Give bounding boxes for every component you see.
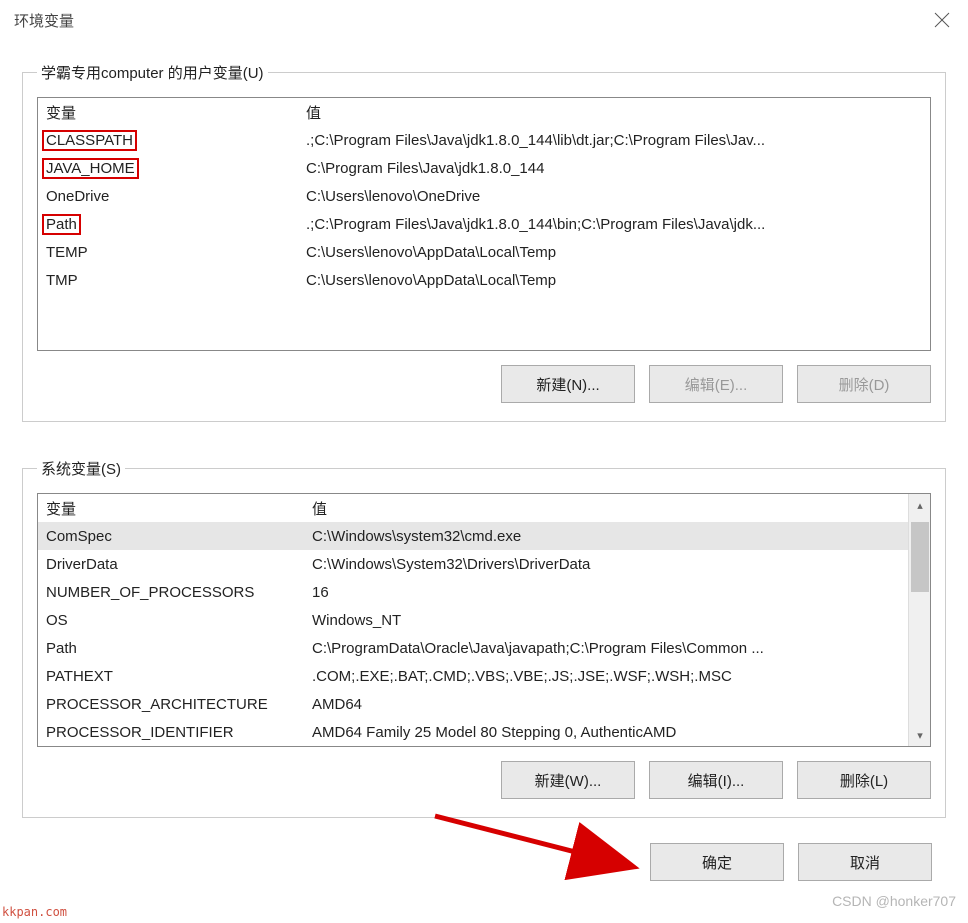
- title-bar: 环境变量: [0, 0, 968, 40]
- watermark-left: kkpan.com: [2, 905, 67, 919]
- close-button[interactable]: [930, 8, 954, 32]
- system-list-header: 变量 值: [38, 494, 908, 522]
- variable-name: TMP: [38, 272, 304, 289]
- user-variables-list[interactable]: 变量 值 CLASSPATH .;C:\Program Files\Java\j…: [37, 97, 931, 351]
- user-variables-group: 学霸专用computer 的用户变量(U) 变量 值 CLASSPATH .;C…: [22, 62, 946, 422]
- variable-name: PROCESSOR_ARCHITECTURE: [38, 696, 310, 713]
- system-variables-list[interactable]: 变量 值 ComSpec C:\Windows\system32\cmd.exe…: [37, 493, 931, 747]
- system-delete-button[interactable]: 删除(L): [797, 761, 931, 799]
- table-row[interactable]: Path C:\ProgramData\Oracle\Java\javapath…: [38, 634, 908, 662]
- user-variables-legend: 学霸专用computer 的用户变量(U): [37, 62, 268, 83]
- table-row[interactable]: PATHEXT .COM;.EXE;.BAT;.CMD;.VBS;.VBE;.J…: [38, 662, 908, 690]
- close-icon: [934, 12, 950, 28]
- variable-value: C:\Program Files\Java\jdk1.8.0_144: [304, 160, 930, 177]
- table-row[interactable]: PROCESSOR_ARCHITECTURE AMD64: [38, 690, 908, 718]
- variable-value: .;C:\Program Files\Java\jdk1.8.0_144\bin…: [304, 216, 930, 233]
- user-list-header: 变量 值: [38, 98, 930, 126]
- system-new-button[interactable]: 新建(W)...: [501, 761, 635, 799]
- dialog-title: 环境变量: [14, 10, 74, 31]
- variable-name: TEMP: [38, 244, 304, 261]
- variable-name: OneDrive: [38, 188, 304, 205]
- user-buttons: 新建(N)... 编辑(E)... 删除(D): [37, 365, 931, 403]
- variable-value: C:\Windows\System32\Drivers\DriverData: [310, 556, 908, 573]
- scroll-thumb[interactable]: [911, 522, 929, 592]
- variable-value: AMD64 Family 25 Model 80 Stepping 0, Aut…: [310, 724, 908, 741]
- system-buttons: 新建(W)... 编辑(I)... 删除(L): [37, 761, 931, 799]
- variable-value: .;C:\Program Files\Java\jdk1.8.0_144\lib…: [304, 132, 930, 149]
- variable-name: DriverData: [38, 556, 310, 573]
- variable-value: AMD64: [310, 696, 908, 713]
- variable-value: C:\Windows\system32\cmd.exe: [310, 528, 908, 545]
- variable-value: Windows_NT: [310, 612, 908, 629]
- watermark-right: CSDN @honker707: [832, 893, 956, 909]
- table-row[interactable]: TEMP C:\Users\lenovo\AppData\Local\Temp: [38, 238, 930, 266]
- ok-button[interactable]: 确定: [650, 843, 784, 881]
- system-edit-button[interactable]: 编辑(I)...: [649, 761, 783, 799]
- table-row[interactable]: OneDrive C:\Users\lenovo\OneDrive: [38, 182, 930, 210]
- dialog-bottom-buttons: 确定 取消: [650, 843, 932, 881]
- variable-name: ComSpec: [38, 528, 310, 545]
- variable-name: CLASSPATH: [38, 130, 304, 151]
- variable-value: .COM;.EXE;.BAT;.CMD;.VBS;.VBE;.JS;.JSE;.…: [310, 668, 908, 685]
- variable-name: Path: [38, 640, 310, 657]
- table-row[interactable]: CLASSPATH .;C:\Program Files\Java\jdk1.8…: [38, 126, 930, 154]
- table-row[interactable]: ComSpec C:\Windows\system32\cmd.exe: [38, 522, 908, 550]
- system-header-value: 值: [310, 498, 908, 519]
- user-new-button[interactable]: 新建(N)...: [501, 365, 635, 403]
- table-row[interactable]: TMP C:\Users\lenovo\AppData\Local\Temp: [38, 266, 930, 294]
- variable-value: 16: [310, 584, 908, 601]
- variable-name: OS: [38, 612, 310, 629]
- system-variables-group: 系统变量(S) 变量 值 ComSpec C:\Windows\system32…: [22, 458, 946, 818]
- variable-value: C:\Users\lenovo\AppData\Local\Temp: [304, 244, 930, 261]
- user-edit-button[interactable]: 编辑(E)...: [649, 365, 783, 403]
- variable-name: PATHEXT: [38, 668, 310, 685]
- scroll-down-arrow-icon[interactable]: ▾: [909, 724, 931, 746]
- table-row[interactable]: JAVA_HOME C:\Program Files\Java\jdk1.8.0…: [38, 154, 930, 182]
- variable-name: JAVA_HOME: [38, 158, 304, 179]
- system-variables-legend: 系统变量(S): [37, 458, 125, 479]
- cancel-button[interactable]: 取消: [798, 843, 932, 881]
- variable-name: PROCESSOR_IDENTIFIER: [38, 724, 310, 741]
- table-row[interactable]: PROCESSOR_IDENTIFIER AMD64 Family 25 Mod…: [38, 718, 908, 746]
- annotation-arrow-icon: [430, 808, 660, 888]
- user-delete-button[interactable]: 删除(D): [797, 365, 931, 403]
- user-header-variable: 变量: [38, 102, 304, 123]
- table-row[interactable]: NUMBER_OF_PROCESSORS 16: [38, 578, 908, 606]
- table-row[interactable]: OS Windows_NT: [38, 606, 908, 634]
- user-header-value: 值: [304, 102, 930, 123]
- variable-name: NUMBER_OF_PROCESSORS: [38, 584, 310, 601]
- system-header-variable: 变量: [38, 498, 310, 519]
- scroll-up-arrow-icon[interactable]: ▴: [909, 494, 931, 516]
- table-row[interactable]: DriverData C:\Windows\System32\Drivers\D…: [38, 550, 908, 578]
- table-row[interactable]: Path .;C:\Program Files\Java\jdk1.8.0_14…: [38, 210, 930, 238]
- variable-value: C:\ProgramData\Oracle\Java\javapath;C:\P…: [310, 640, 908, 657]
- variable-value: C:\Users\lenovo\AppData\Local\Temp: [304, 272, 930, 289]
- variable-name: Path: [38, 214, 304, 235]
- scrollbar[interactable]: ▴ ▾: [908, 494, 930, 746]
- variable-value: C:\Users\lenovo\OneDrive: [304, 188, 930, 205]
